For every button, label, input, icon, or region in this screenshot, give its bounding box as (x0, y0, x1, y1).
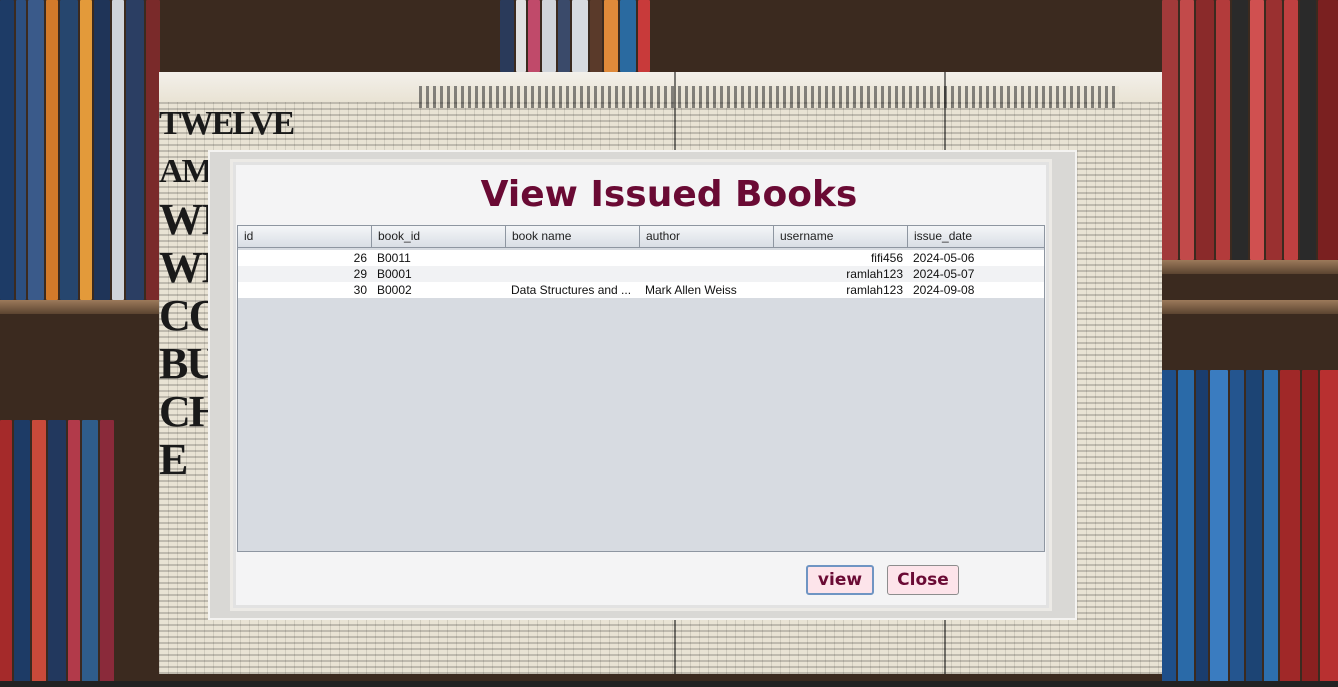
column-header-id[interactable]: id (238, 226, 372, 247)
column-header-username[interactable]: username (774, 226, 908, 247)
cell-issue-date: 2024-09-08 (913, 283, 975, 297)
view-button[interactable]: view (806, 565, 874, 595)
cell-author: Mark Allen Weiss (645, 283, 737, 297)
table-row[interactable]: 26 B0011 fifi456 2024-05-06 (238, 250, 1044, 266)
cell-id: 29 (353, 267, 367, 281)
cell-book-name (506, 266, 640, 282)
bookshelf-right-lower (1162, 370, 1338, 687)
table-body: 26 B0011 fifi456 2024-05-06 29 B0001 ram… (238, 248, 1044, 298)
column-header-issue-date[interactable]: issue_date (908, 226, 1044, 247)
table-row[interactable]: 29 B0001 ramlah123 2024-05-07 (238, 266, 1044, 282)
column-header-author[interactable]: author (640, 226, 774, 247)
cell-id: 30 (353, 283, 367, 297)
column-header-book-name[interactable]: book name (506, 226, 640, 247)
window-bottom-edge (0, 681, 1338, 687)
bookshelf-top-middle (500, 0, 1338, 72)
table-row[interactable]: 30 B0002 Data Structures and ... Mark Al… (238, 282, 1044, 298)
cell-issue-date: 2024-05-06 (913, 251, 975, 265)
cell-author (640, 266, 774, 282)
close-button[interactable]: Close (887, 565, 959, 595)
cell-book-id: B0002 (377, 283, 412, 297)
cell-book-id: B0001 (377, 267, 412, 281)
shelf-plank-right (1162, 260, 1338, 274)
cell-book-name: Data Structures and ... (511, 283, 632, 297)
dialog-title: View Issued Books (480, 174, 858, 215)
issued-books-table[interactable]: id book_id book name author username iss… (237, 225, 1045, 552)
cell-issue-date: 2024-05-07 (913, 267, 975, 281)
cell-username: ramlah123 (846, 283, 903, 297)
cell-book-id: B0011 (377, 251, 411, 265)
cell-book-name (506, 250, 640, 266)
cell-author (640, 250, 774, 266)
table-header: id book_id book name author username iss… (238, 226, 1044, 248)
column-header-book-id[interactable]: book_id (372, 226, 506, 247)
cell-id: 26 (353, 251, 367, 265)
cell-username: ramlah123 (846, 267, 903, 281)
cell-username: fifi456 (870, 251, 903, 265)
